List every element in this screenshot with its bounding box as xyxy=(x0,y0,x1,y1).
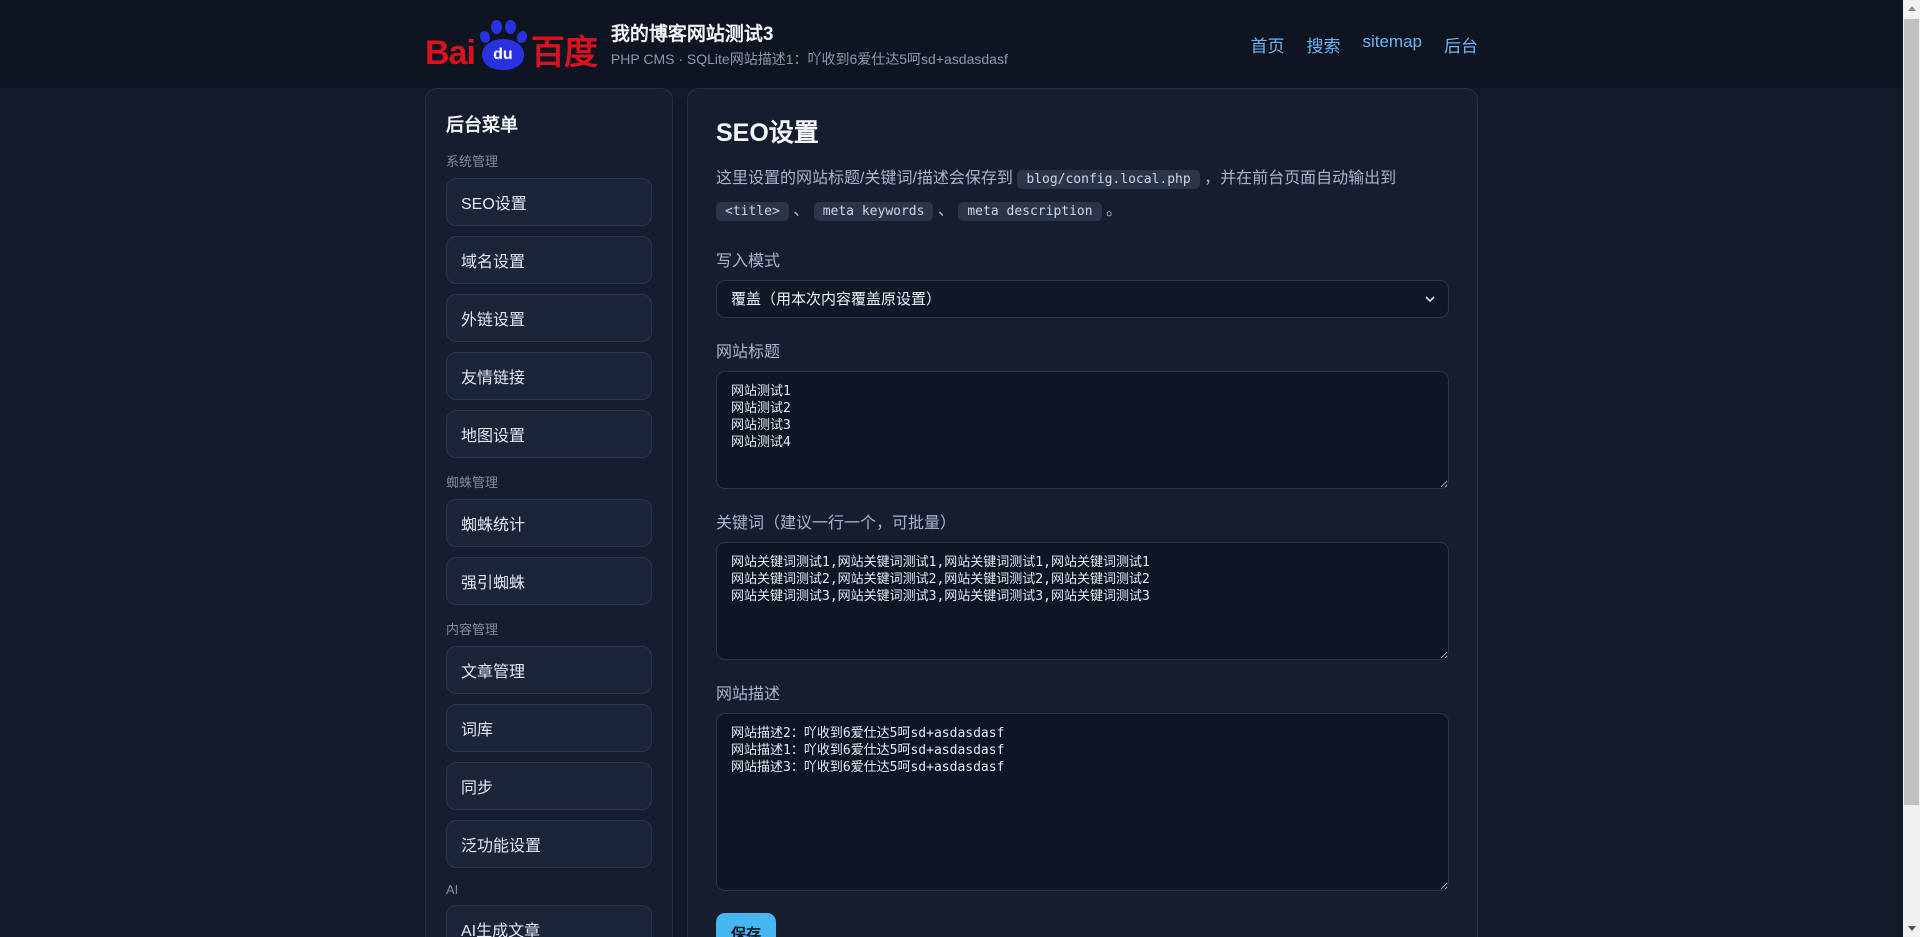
sidebar-item-ai-generate[interactable]: AI生成文章 xyxy=(446,905,652,937)
seo-settings-panel: SEO设置 这里设置的网站标题/关键词/描述会保存到 blog/config.l… xyxy=(687,88,1478,937)
code-title-tag: <title> xyxy=(716,202,789,221)
logo-text-cn: 百度 xyxy=(531,36,597,70)
section-label-system: 系统管理 xyxy=(446,151,652,170)
sidebar-item-spider-stats[interactable]: 蜘蛛统计 xyxy=(446,499,652,547)
sidebar-item-seo-settings[interactable]: SEO设置 xyxy=(446,178,652,226)
write-mode-label: 写入模式 xyxy=(716,247,1449,271)
site-title: 我的博客网站测试3 xyxy=(611,19,1008,46)
vertical-scrollbar[interactable] xyxy=(1903,0,1920,937)
code-meta-keywords: meta keywords xyxy=(814,202,934,221)
baidu-logo[interactable]: Bai du 百度 xyxy=(425,18,597,70)
sidebar-item-friend-links[interactable]: 友情链接 xyxy=(446,352,652,400)
nav-link-search[interactable]: 搜索 xyxy=(1306,32,1340,57)
top-nav: 首页 搜索 sitemap 后台 xyxy=(1250,32,1478,57)
section-label-content: 内容管理 xyxy=(446,619,652,638)
site-title-label: 网站标题 xyxy=(716,338,1449,362)
section-label-spider: 蜘蛛管理 xyxy=(446,472,652,491)
sidebar-item-sync[interactable]: 同步 xyxy=(446,762,652,810)
site-subtitle: PHP CMS · SQLite网站描述1：吖收到6爱仕达5呵sd+asdasd… xyxy=(611,49,1008,69)
paw-toe xyxy=(515,30,528,45)
content-area: 后台菜单 系统管理 SEO设置 域名设置 外链设置 友情链接 地图设置 蜘蛛管理… xyxy=(425,88,1478,937)
site-header: Bai du 百度 我的博客网站测试3 PHP CMS · SQLite网站描述… xyxy=(0,0,1903,88)
sidebar-item-domain-settings[interactable]: 域名设置 xyxy=(446,236,652,284)
desc-text: 、 xyxy=(933,202,958,219)
logo-text-bai: Bai xyxy=(425,36,475,70)
sidebar-item-article-manage[interactable]: 文章管理 xyxy=(446,646,652,694)
desc-text: 这里设置的网站标题/关键词/描述会保存到 xyxy=(716,170,1017,187)
header-inner: Bai du 百度 我的博客网站测试3 PHP CMS · SQLite网站描述… xyxy=(425,0,1478,88)
page: Bai du 百度 我的博客网站测试3 PHP CMS · SQLite网站描述… xyxy=(0,0,1903,937)
scroll-down-arrow[interactable] xyxy=(1903,920,1920,937)
nav-link-sitemap[interactable]: sitemap xyxy=(1362,32,1422,57)
sidebar-item-force-spider[interactable]: 强引蜘蛛 xyxy=(446,557,652,605)
desc-text: ，并在前台页面自动输出到 xyxy=(1200,170,1396,187)
paw-pad: du xyxy=(482,39,524,70)
logo-text-du: du xyxy=(493,46,513,64)
code-meta-description: meta description xyxy=(958,202,1101,221)
scrollbar-thumb[interactable] xyxy=(1904,19,1919,805)
scroll-up-arrow[interactable] xyxy=(1903,0,1920,17)
sidebar-title: 后台菜单 xyxy=(446,111,652,137)
triangle-up-icon xyxy=(1908,6,1916,11)
seo-description: 这里设置的网站标题/关键词/描述会保存到 blog/config.local.p… xyxy=(716,163,1449,227)
nav-link-admin[interactable]: 后台 xyxy=(1444,32,1478,57)
section-label-ai: AI xyxy=(446,882,652,897)
site-desc-label: 网站描述 xyxy=(716,680,1449,704)
site-title-textarea[interactable]: 网站测试1 网站测试2 网站测试3 网站测试4 xyxy=(716,371,1449,489)
site-meta: 我的博客网站测试3 PHP CMS · SQLite网站描述1：吖收到6爱仕达5… xyxy=(611,19,1008,69)
save-button[interactable]: 保存 xyxy=(716,913,776,937)
site-desc-textarea[interactable]: 网站描述2：吖收到6爱仕达5呵sd+asdasdasf 网站描述1：吖收到6爱仕… xyxy=(716,713,1449,891)
sidebar-item-sitemap-settings[interactable]: 地图设置 xyxy=(446,410,652,458)
desc-text: 。 xyxy=(1102,202,1122,219)
code-config-path: blog/config.local.php xyxy=(1017,170,1199,189)
paw-toe xyxy=(505,20,516,34)
keywords-textarea[interactable]: 网站关键词测试1,网站关键词测试1,网站关键词测试1,网站关键词测试1 网站关键… xyxy=(716,542,1449,660)
admin-sidebar: 后台菜单 系统管理 SEO设置 域名设置 外链设置 友情链接 地图设置 蜘蛛管理… xyxy=(425,88,673,937)
sidebar-item-word-library[interactable]: 词库 xyxy=(446,704,652,752)
keywords-label: 关键词（建议一行一个，可批量） xyxy=(716,509,1449,533)
page-title: SEO设置 xyxy=(716,113,1449,149)
triangle-down-icon xyxy=(1908,926,1916,931)
paw-toe xyxy=(491,20,502,34)
nav-link-home[interactable]: 首页 xyxy=(1250,32,1284,57)
write-mode-select-wrap: 覆盖（用本次内容覆盖原设置） xyxy=(716,280,1449,318)
write-mode-select[interactable]: 覆盖（用本次内容覆盖原设置） xyxy=(716,280,1449,318)
sidebar-item-external-links[interactable]: 外链设置 xyxy=(446,294,652,342)
baidu-paw-icon: du xyxy=(479,18,527,70)
sidebar-item-pan-function[interactable]: 泛功能设置 xyxy=(446,820,652,868)
desc-text: 、 xyxy=(789,202,814,219)
